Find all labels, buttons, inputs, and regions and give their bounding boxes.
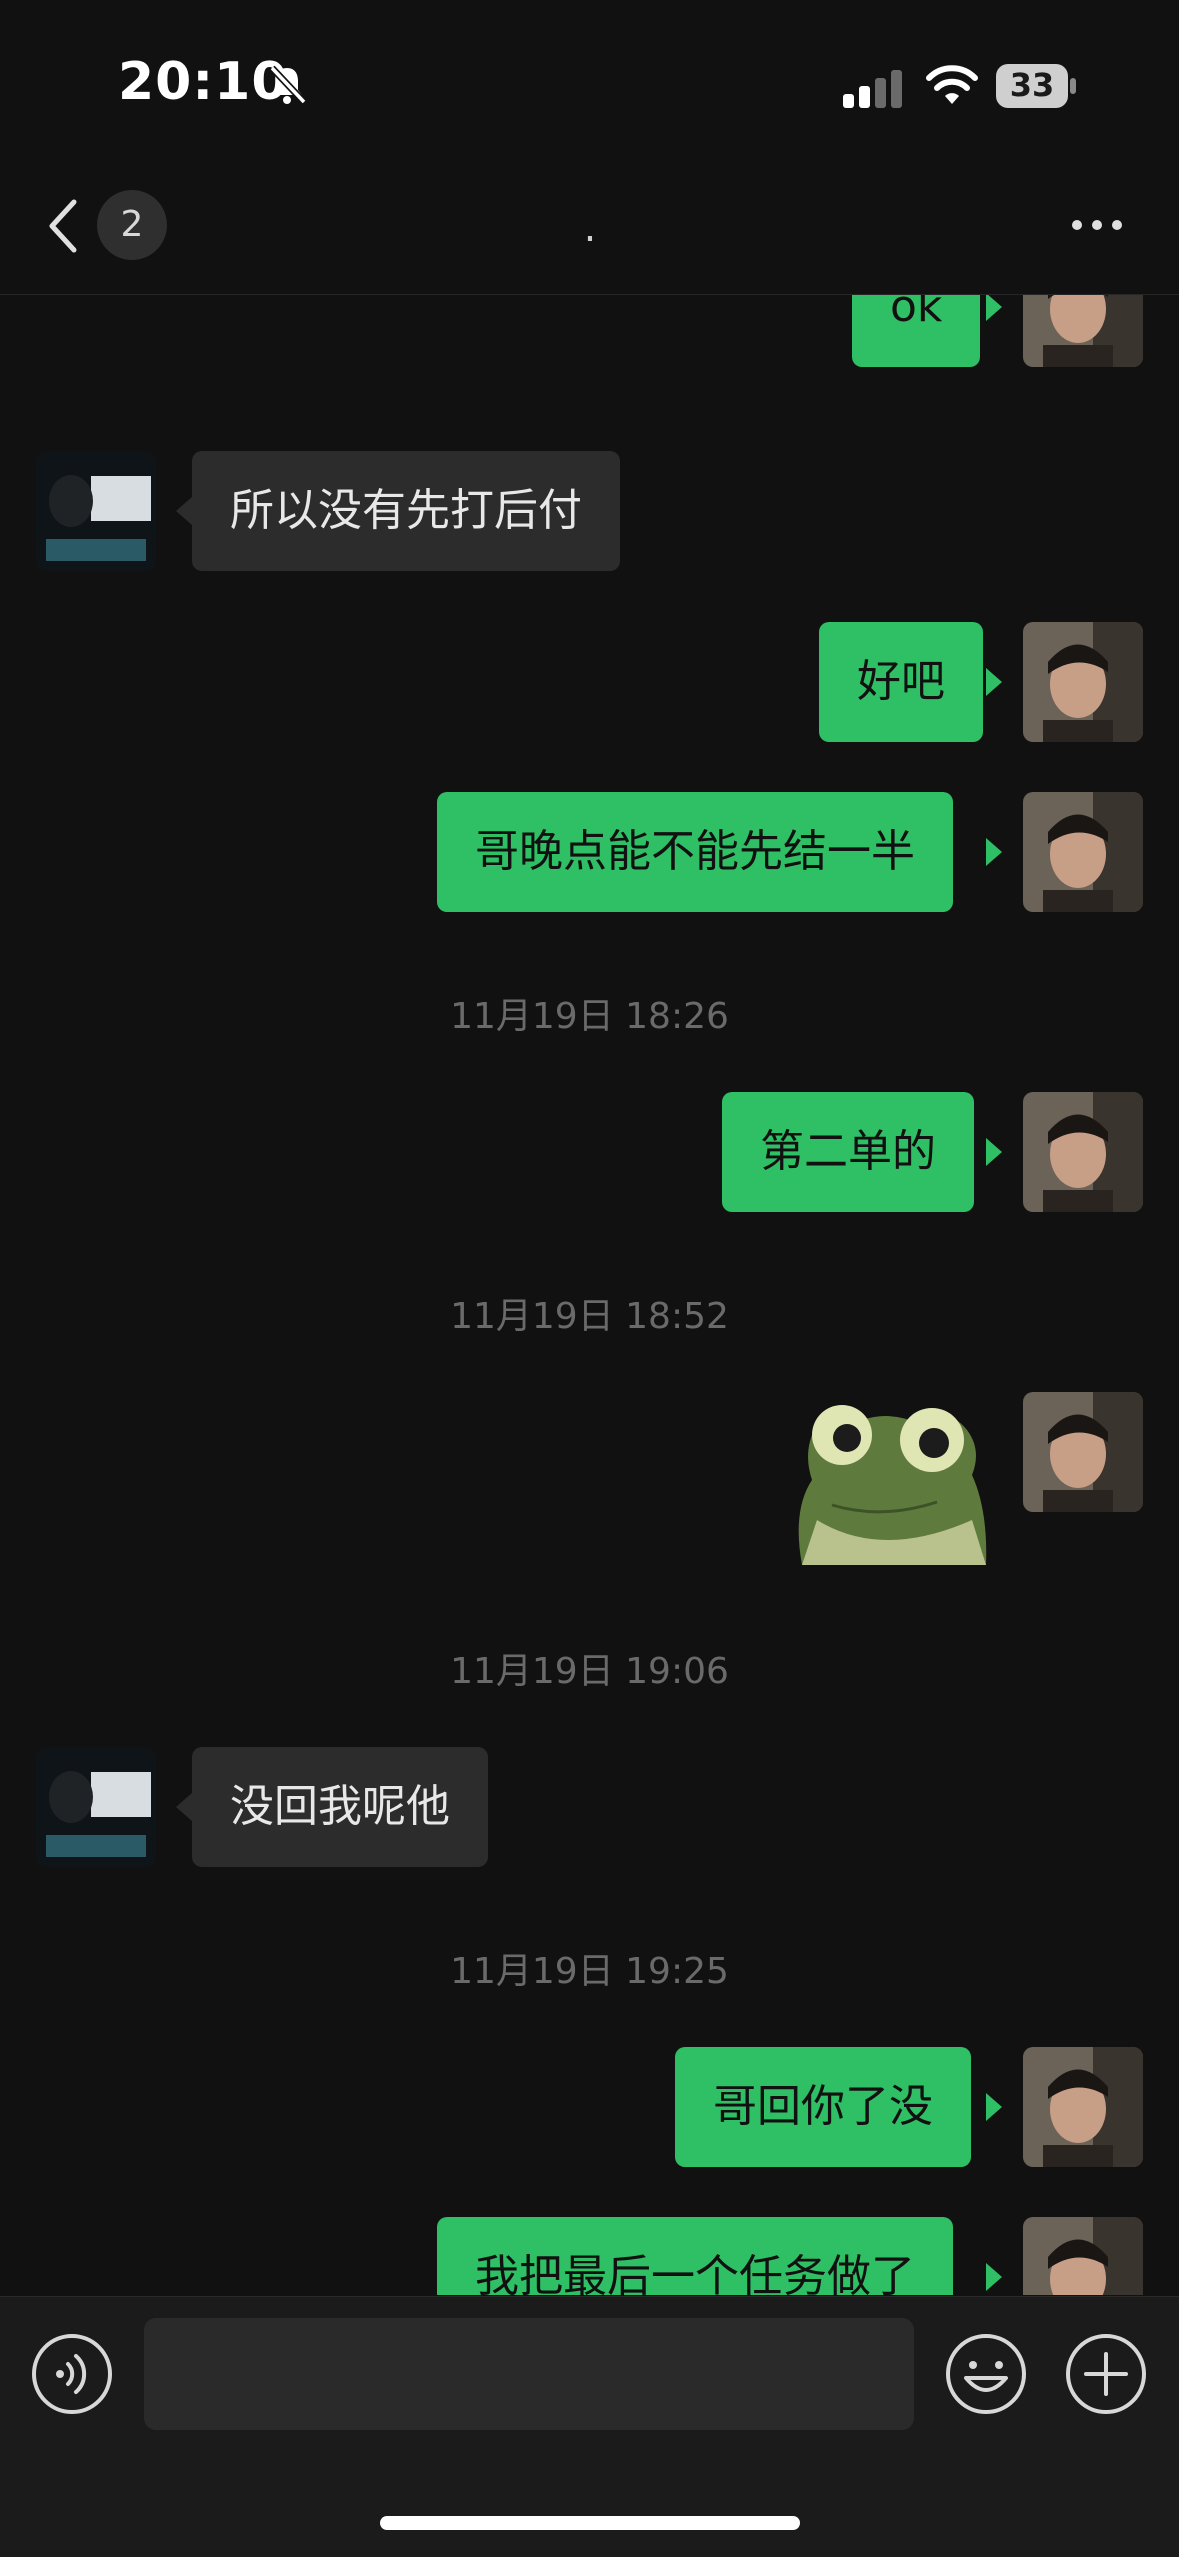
bubble-tail bbox=[176, 1793, 192, 1821]
message-input[interactable] bbox=[144, 2318, 914, 2430]
my-avatar[interactable] bbox=[1023, 1392, 1143, 1512]
bubble-tail bbox=[176, 497, 192, 525]
timestamp: 11月19日 18:52 bbox=[450, 1296, 729, 1337]
bubble-tail bbox=[986, 838, 1002, 866]
message-bubble[interactable]: 所以没有先打后付 bbox=[192, 451, 620, 571]
back-chevron-icon[interactable] bbox=[44, 196, 84, 256]
bubble-tail bbox=[986, 2093, 1002, 2121]
voice-input-icon[interactable] bbox=[30, 2332, 114, 2416]
contact-avatar[interactable] bbox=[36, 451, 156, 571]
status-time: 20:10 bbox=[118, 52, 289, 112]
my-avatar[interactable] bbox=[1023, 792, 1143, 912]
my-avatar[interactable] bbox=[1023, 1092, 1143, 1212]
contact-avatar[interactable] bbox=[36, 1747, 156, 1867]
chat-title: . bbox=[583, 205, 597, 251]
message-bubble[interactable]: 哥晚点能不能先结一半 bbox=[437, 792, 953, 912]
message-list[interactable]: ok 所以没有先打后付 好吧 哥晚点能不能先结一半 11月19日 18:26 第… bbox=[0, 295, 1179, 2295]
my-avatar[interactable] bbox=[1023, 622, 1143, 742]
my-avatar[interactable] bbox=[1023, 2047, 1143, 2167]
frog-sticker-icon[interactable] bbox=[772, 1390, 988, 1565]
battery-indicator: 33 bbox=[996, 64, 1076, 108]
cellular-signal-icon bbox=[843, 70, 902, 108]
more-options-icon[interactable] bbox=[1070, 215, 1124, 235]
my-avatar[interactable] bbox=[1023, 295, 1143, 367]
plus-icon[interactable] bbox=[1064, 2332, 1148, 2416]
message-bubble[interactable]: 没回我呢他 bbox=[192, 1747, 488, 1867]
timestamp: 11月19日 19:06 bbox=[450, 1651, 729, 1692]
timestamp: 11月19日 19:25 bbox=[450, 1951, 729, 1992]
emoji-icon[interactable] bbox=[944, 2332, 1028, 2416]
message-bubble[interactable]: 哥回你了没 bbox=[675, 2047, 971, 2167]
bubble-tail bbox=[986, 2263, 1002, 2291]
bubble-tail bbox=[986, 668, 1002, 696]
bubble-tail bbox=[986, 1138, 1002, 1166]
bubble-tail bbox=[986, 295, 1002, 321]
wifi-icon bbox=[926, 65, 978, 104]
message-bubble[interactable]: 第二单的 bbox=[722, 1092, 974, 1212]
my-avatar[interactable] bbox=[1023, 2217, 1143, 2295]
message-bubble[interactable]: ok bbox=[852, 295, 981, 367]
bell-muted-icon bbox=[269, 65, 307, 105]
message-bubble[interactable]: 好吧 bbox=[819, 622, 983, 742]
unread-count-badge[interactable]: 2 bbox=[97, 190, 167, 260]
timestamp: 11月19日 18:26 bbox=[450, 996, 729, 1037]
home-indicator[interactable] bbox=[380, 2516, 800, 2530]
battery-level: 33 bbox=[1009, 66, 1055, 104]
message-bubble[interactable]: 我把最后一个任务做了 bbox=[437, 2217, 953, 2295]
